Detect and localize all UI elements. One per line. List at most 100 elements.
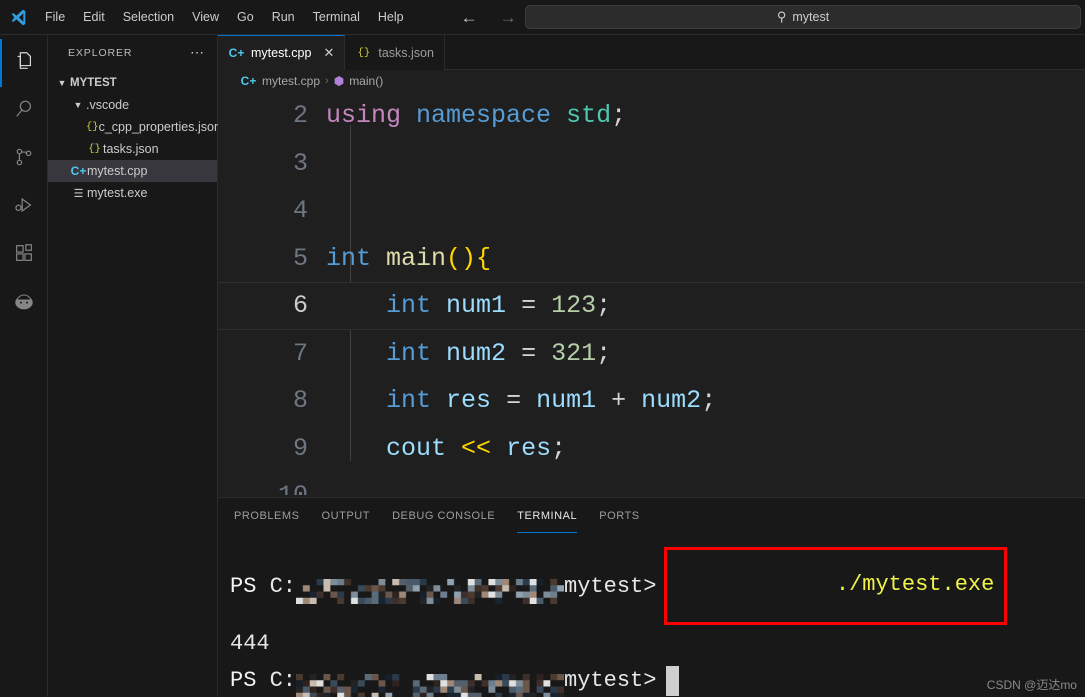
activity-item-explorer[interactable] xyxy=(0,39,48,87)
arrow-right-icon[interactable]: → xyxy=(500,9,517,26)
code-lines: 2 using namespace std; 3 4 5 int main(){6 int… xyxy=(218,92,1085,495)
json-file-icon: {} xyxy=(88,143,101,155)
editor-area: C+ mytest.cpp ✕ {} tasks.json C+ mytest.… xyxy=(218,35,1085,697)
code-token: std xyxy=(566,101,612,131)
line-content: using namespace std; xyxy=(326,101,626,130)
activity-item-extensions[interactable] xyxy=(0,231,48,279)
line-number: 5 xyxy=(292,243,308,273)
cpp-file-icon: C+ xyxy=(228,46,245,60)
run-debug-icon xyxy=(13,194,35,221)
line-number: 2 xyxy=(292,101,308,131)
line-number: 9 xyxy=(292,433,308,463)
code-token: + xyxy=(611,386,627,416)
menu-go[interactable]: Go xyxy=(229,6,262,28)
tree-item-label: mytest.exe xyxy=(87,186,148,200)
search-icon: ⚲ xyxy=(776,9,787,24)
explorer-title: EXPLORER xyxy=(68,46,133,59)
tree-item-label: tasks.json xyxy=(103,142,159,156)
line-number: 4 xyxy=(292,196,308,226)
menu-file[interactable]: File xyxy=(37,6,73,28)
breadcrumb-file[interactable]: mytest.cpp xyxy=(262,74,320,88)
arrow-left-icon[interactable]: ← xyxy=(461,9,478,26)
line-content: int num2 = 321; xyxy=(326,339,611,368)
activity-item-search[interactable] xyxy=(0,87,48,135)
activity-item-copilot[interactable] xyxy=(0,279,48,327)
tree-item-tasks-json[interactable]: {} tasks.json xyxy=(48,138,217,160)
tree-item-vscode-folder[interactable]: ▼ .vscode xyxy=(48,94,217,116)
code-token: res xyxy=(506,433,552,463)
cpp-file-icon: C+ xyxy=(240,74,257,88)
code-token: ; xyxy=(701,386,717,416)
menu-bar: File Edit Selection View Go Run Terminal… xyxy=(36,0,413,35)
line-content: cout << res; xyxy=(326,434,566,463)
code-token: using xyxy=(326,101,402,131)
tree-item-mytest-exe[interactable]: ☰ mytest.exe xyxy=(48,182,217,204)
chevron-down-icon: ▼ xyxy=(73,100,83,110)
line-content: int main(){ xyxy=(326,244,491,273)
cpp-file-icon: C+ xyxy=(70,164,87,178)
file-tree: ▼ MYTEST ▼ .vscode {} c_cpp_properties.j… xyxy=(48,70,221,204)
code-token: = xyxy=(521,338,537,368)
tab-label: mytest.cpp xyxy=(251,46,312,60)
binary-file-icon: ☰ xyxy=(73,187,84,200)
tree-item-mytest-root[interactable]: ▼ MYTEST xyxy=(48,72,217,94)
code-line: 10 xyxy=(218,472,1085,495)
menu-edit[interactable]: Edit xyxy=(75,6,113,28)
watermark: CSDN @迈达mo xyxy=(986,678,1077,692)
breadcrumb-separator: › xyxy=(325,75,329,87)
terminal-prompt-prefix: PS xyxy=(230,668,257,693)
code-token: ; xyxy=(611,101,627,131)
code-token: int xyxy=(386,338,432,368)
code-line: 7 int num2 = 321; xyxy=(218,330,1085,378)
line-number: 10 xyxy=(218,481,326,495)
line-number: 7 xyxy=(292,338,308,368)
panel-tab-problems[interactable]: PROBLEMS xyxy=(234,498,300,533)
terminal-prompt-line-1: PS C: mytest> ./mytest.exe xyxy=(230,547,1085,625)
code-token: << xyxy=(461,433,492,463)
activity-item-source-control[interactable] xyxy=(0,135,48,183)
json-file-icon: {} xyxy=(86,121,99,133)
explorer-sidebar: EXPLORER ⋯ ▼ MYTEST ▼ .vscode {} c_cpp_p… xyxy=(48,35,221,697)
code-editor[interactable]: 2 using namespace std; 3 4 5 int main(){6 int… xyxy=(218,92,1085,495)
menu-help[interactable]: Help xyxy=(370,6,412,28)
code-token: = xyxy=(506,386,522,416)
code-line: 5 int main(){ xyxy=(218,235,1085,283)
menu-view[interactable]: View xyxy=(184,6,227,28)
tree-item-mytest-cpp[interactable]: C+ mytest.cpp xyxy=(48,160,217,182)
menu-terminal[interactable]: Terminal xyxy=(305,6,368,28)
tab-tasks-json[interactable]: {} tasks.json xyxy=(345,35,445,70)
navigation-arrows: ← → xyxy=(461,9,517,26)
code-line: 8 int res = num1 + num2; xyxy=(218,377,1085,425)
tree-item-c-cpp-properties-json[interactable]: {} c_cpp_properties.json xyxy=(48,116,221,138)
activity-item-run-and-debug[interactable] xyxy=(0,183,48,231)
command-center-search[interactable]: ⚲ mytest xyxy=(525,5,1081,29)
ellipsis-icon[interactable]: ⋯ xyxy=(190,44,205,61)
code-token: = xyxy=(521,291,537,321)
title-bar: File Edit Selection View Go Run Terminal… xyxy=(0,0,1085,35)
terminal-path-tail: mytest> xyxy=(564,668,657,693)
close-icon[interactable]: ✕ xyxy=(323,45,334,61)
menu-selection[interactable]: Selection xyxy=(115,6,182,28)
panel-tab-terminal[interactable]: TERMINAL xyxy=(517,498,578,533)
tree-item-label: c_cpp_properties.json xyxy=(98,120,221,134)
menu-run[interactable]: Run xyxy=(264,6,303,28)
tree-item-label: MYTEST xyxy=(70,77,117,89)
code-token: num1 xyxy=(536,386,597,416)
panel-tab-ports[interactable]: PORTS xyxy=(599,498,639,533)
terminal-output[interactable]: PS C: mytest> ./mytest.exe 444 PS C: myt… xyxy=(218,533,1085,697)
code-token: int xyxy=(326,243,372,273)
terminal-drive: C: xyxy=(269,573,297,599)
terminal-prompt-line-2: PS C: mytest> xyxy=(230,662,1085,697)
panel-tab-debug-console[interactable]: DEBUG CONSOLE xyxy=(392,498,495,533)
panel-tab-output[interactable]: OUTPUT xyxy=(322,498,371,533)
breadcrumb-symbol[interactable]: main() xyxy=(349,74,383,88)
tab-label: tasks.json xyxy=(378,45,434,60)
tab-mytest-cpp[interactable]: C+ mytest.cpp ✕ xyxy=(218,35,346,70)
line-content: int res = num1 + num2; xyxy=(326,386,716,415)
